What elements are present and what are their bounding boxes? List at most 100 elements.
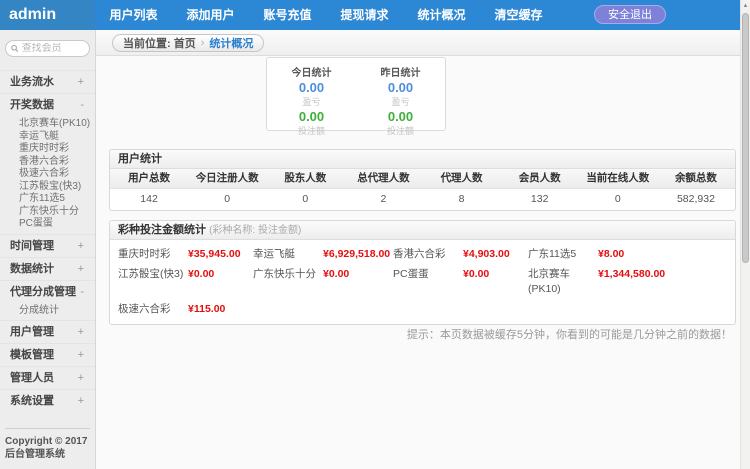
sidebar-section-system-settings[interactable]: 系统设置 + — [0, 389, 95, 412]
user-stats-title: 用户统计 — [110, 150, 735, 169]
lottery-item: 幸运飞艇 ¥6,929,518.00 — [253, 247, 393, 262]
lottery-amount: ¥0.00 — [323, 267, 349, 297]
expand-icon: + — [78, 344, 84, 366]
collapse-icon: - — [80, 281, 84, 303]
col-header: 股东人数 — [266, 169, 344, 188]
lottery-stats-panel: 彩种投注金额统计 (彩种名称: 投注金额) 重庆时时彩 ¥35,945.00 幸… — [109, 220, 736, 325]
sidebar-section-lottery-data[interactable]: 开奖数据 - — [0, 93, 95, 116]
cell-total-balance: 582,932 — [657, 189, 735, 210]
sidebar-item-xyft[interactable]: 幸运飞艇 — [0, 131, 95, 144]
lottery-item: 重庆时时彩 ¥35,945.00 — [118, 247, 253, 262]
cell-members: 132 — [501, 189, 579, 210]
main-content: 当前位置: 首页 › 统计概况 今日统计 0.00 盈亏 0.00 投注额 昨日… — [96, 30, 740, 469]
cell-agents: 8 — [423, 189, 501, 210]
scroll-up-arrow-icon[interactable]: ▲ — [741, 0, 750, 12]
col-header: 当前在线人数 — [579, 169, 657, 188]
nav-item-add-user[interactable]: 添加用户 — [172, 0, 249, 30]
lottery-grid: 重庆时时彩 ¥35,945.00 幸运飞艇 ¥6,929,518.00 香港六合… — [110, 240, 735, 324]
today-stats-card: 今日统计 0.00 盈亏 0.00 投注额 — [267, 58, 356, 130]
lottery-amount: ¥4,903.00 — [463, 247, 510, 262]
scrollbar-thumb[interactable] — [742, 13, 749, 263]
sidebar: 业务流水 + 开奖数据 - 北京赛车(PK10) 幸运飞艇 重庆时时彩 香港六合… — [0, 30, 96, 469]
sidebar-item-hklhc[interactable]: 香港六合彩 — [0, 156, 95, 169]
agent-share-submenu: 分成统计 — [0, 303, 95, 321]
expand-icon: + — [78, 367, 84, 389]
sidebar-item-jssb[interactable]: 江苏骰宝(快3) — [0, 181, 95, 194]
sidebar-section-user-mgmt[interactable]: 用户管理 + — [0, 320, 95, 343]
logout-button[interactable]: 安全退出 — [594, 5, 666, 24]
col-header: 总代理人数 — [344, 169, 422, 188]
lottery-name: 香港六合彩 — [393, 247, 463, 262]
lottery-name: 幸运飞艇 — [253, 247, 323, 262]
lottery-item: 香港六合彩 ¥4,903.00 — [393, 247, 528, 262]
expand-icon: + — [78, 71, 84, 93]
lottery-stats-header: 彩种投注金额统计 (彩种名称: 投注金额) — [110, 221, 735, 240]
user-stats-header-row: 用户总数 今日注册人数 股东人数 总代理人数 代理人数 会员人数 当前在线人数 … — [110, 169, 735, 189]
nav-item-withdrawal[interactable]: 提现请求 — [326, 0, 403, 30]
lottery-stats-subtitle: (彩种名称: 投注金额) — [209, 225, 301, 236]
chevron-right-icon: › — [201, 37, 205, 49]
lottery-item: PC蛋蛋 ¥0.00 — [393, 267, 528, 297]
col-header: 今日注册人数 — [188, 169, 266, 188]
sidebar-item-pcdd[interactable]: PC蛋蛋 — [0, 218, 95, 231]
breadcrumb-prefix[interactable]: 当前位置: 首页 — [123, 35, 196, 51]
expand-icon: + — [78, 258, 84, 280]
member-search-box[interactable] — [5, 40, 90, 57]
lottery-name: 极速六合彩 — [118, 302, 188, 317]
today-bet-value: 0.00 — [267, 109, 356, 124]
yesterday-profit-value: 0.00 — [356, 80, 445, 95]
today-profit-label: 盈亏 — [267, 95, 356, 108]
yesterday-bet-value: 0.00 — [356, 109, 445, 124]
lottery-amount: ¥1,344,580.00 — [598, 267, 665, 297]
breadcrumb-current: 统计概况 — [209, 35, 253, 51]
top-navigation-bar: admin 用户列表 添加用户 账号充值 提现请求 统计概况 清空缓存 安全退出 — [0, 0, 740, 30]
nav-item-user-list[interactable]: 用户列表 — [95, 0, 172, 30]
lottery-item: 江苏骰宝(快3) ¥0.00 — [118, 267, 253, 297]
today-bet-label: 投注额 — [267, 124, 356, 137]
sidebar-item-bjpk10[interactable]: 北京赛车(PK10) — [0, 118, 95, 131]
search-input[interactable] — [22, 43, 84, 54]
cell-shareholders: 0 — [266, 189, 344, 210]
sidebar-section-time-mgmt[interactable]: 时间管理 + — [0, 234, 95, 257]
lottery-name: 江苏骰宝(快3) — [118, 267, 188, 297]
daily-stats-box: 今日统计 0.00 盈亏 0.00 投注额 昨日统计 0.00 盈亏 0.00 … — [266, 57, 446, 131]
search-icon — [11, 44, 19, 53]
lottery-name: 广东11选5 — [528, 247, 598, 262]
lottery-data-submenu: 北京赛车(PK10) 幸运飞艇 重庆时时彩 香港六合彩 极速六合彩 江苏骰宝(快… — [0, 116, 95, 234]
main-nav: 用户列表 添加用户 账号充值 提现请求 统计概况 清空缓存 — [95, 0, 557, 30]
sidebar-section-admin-staff[interactable]: 管理人员 + — [0, 366, 95, 389]
lottery-name: 北京赛车(PK10) — [528, 267, 598, 297]
sidebar-menu: 业务流水 + 开奖数据 - 北京赛车(PK10) 幸运飞艇 重庆时时彩 香港六合… — [0, 70, 95, 412]
vertical-scrollbar[interactable]: ▲ — [740, 0, 750, 469]
sidebar-item-gdklsf[interactable]: 广东快乐十分 — [0, 206, 95, 219]
sidebar-item-gd11x5[interactable]: 广东11选5 — [0, 193, 95, 206]
sidebar-section-business-flow[interactable]: 业务流水 + — [0, 70, 95, 93]
cell-today-registered: 0 — [188, 189, 266, 210]
nav-item-clear-cache[interactable]: 清空缓存 — [480, 0, 557, 30]
user-stats-value-row: 142 0 0 2 8 132 0 582,932 — [110, 189, 735, 210]
nav-item-recharge[interactable]: 账号充值 — [249, 0, 326, 30]
sidebar-section-agent-share[interactable]: 代理分成管理 - — [0, 280, 95, 303]
yesterday-stats-card: 昨日统计 0.00 盈亏 0.00 投注额 — [356, 58, 445, 130]
cell-general-agents: 2 — [344, 189, 422, 210]
cache-hint-text: 提示：本页数据被缓存5分钟，你看到的可能是几分钟之前的数据！ — [407, 326, 732, 342]
yesterday-bet-label: 投注额 — [356, 124, 445, 137]
cell-total-users: 142 — [110, 189, 188, 210]
lottery-amount: ¥0.00 — [463, 267, 489, 297]
user-stats-panel: 用户统计 用户总数 今日注册人数 股东人数 总代理人数 代理人数 会员人数 当前… — [109, 149, 736, 211]
expand-icon: + — [78, 235, 84, 257]
sidebar-item-share-stats[interactable]: 分成统计 — [0, 305, 95, 318]
lottery-item: 广东11选5 ¥8.00 — [528, 247, 735, 262]
lottery-name: PC蛋蛋 — [393, 267, 463, 297]
expand-icon: + — [78, 321, 84, 343]
collapse-icon: - — [80, 94, 84, 116]
lottery-name: 广东快乐十分 — [253, 267, 323, 297]
sidebar-item-cqssc[interactable]: 重庆时时彩 — [0, 143, 95, 156]
sidebar-item-jslhc[interactable]: 极速六合彩 — [0, 168, 95, 181]
sidebar-section-template-mgmt[interactable]: 模板管理 + — [0, 343, 95, 366]
lottery-amount: ¥8.00 — [598, 247, 624, 262]
app-logo: admin — [0, 0, 95, 30]
nav-item-stats-overview[interactable]: 统计概况 — [403, 0, 480, 30]
sidebar-section-data-stats[interactable]: 数据统计 + — [0, 257, 95, 280]
breadcrumb: 当前位置: 首页 › 统计概况 — [112, 34, 264, 52]
